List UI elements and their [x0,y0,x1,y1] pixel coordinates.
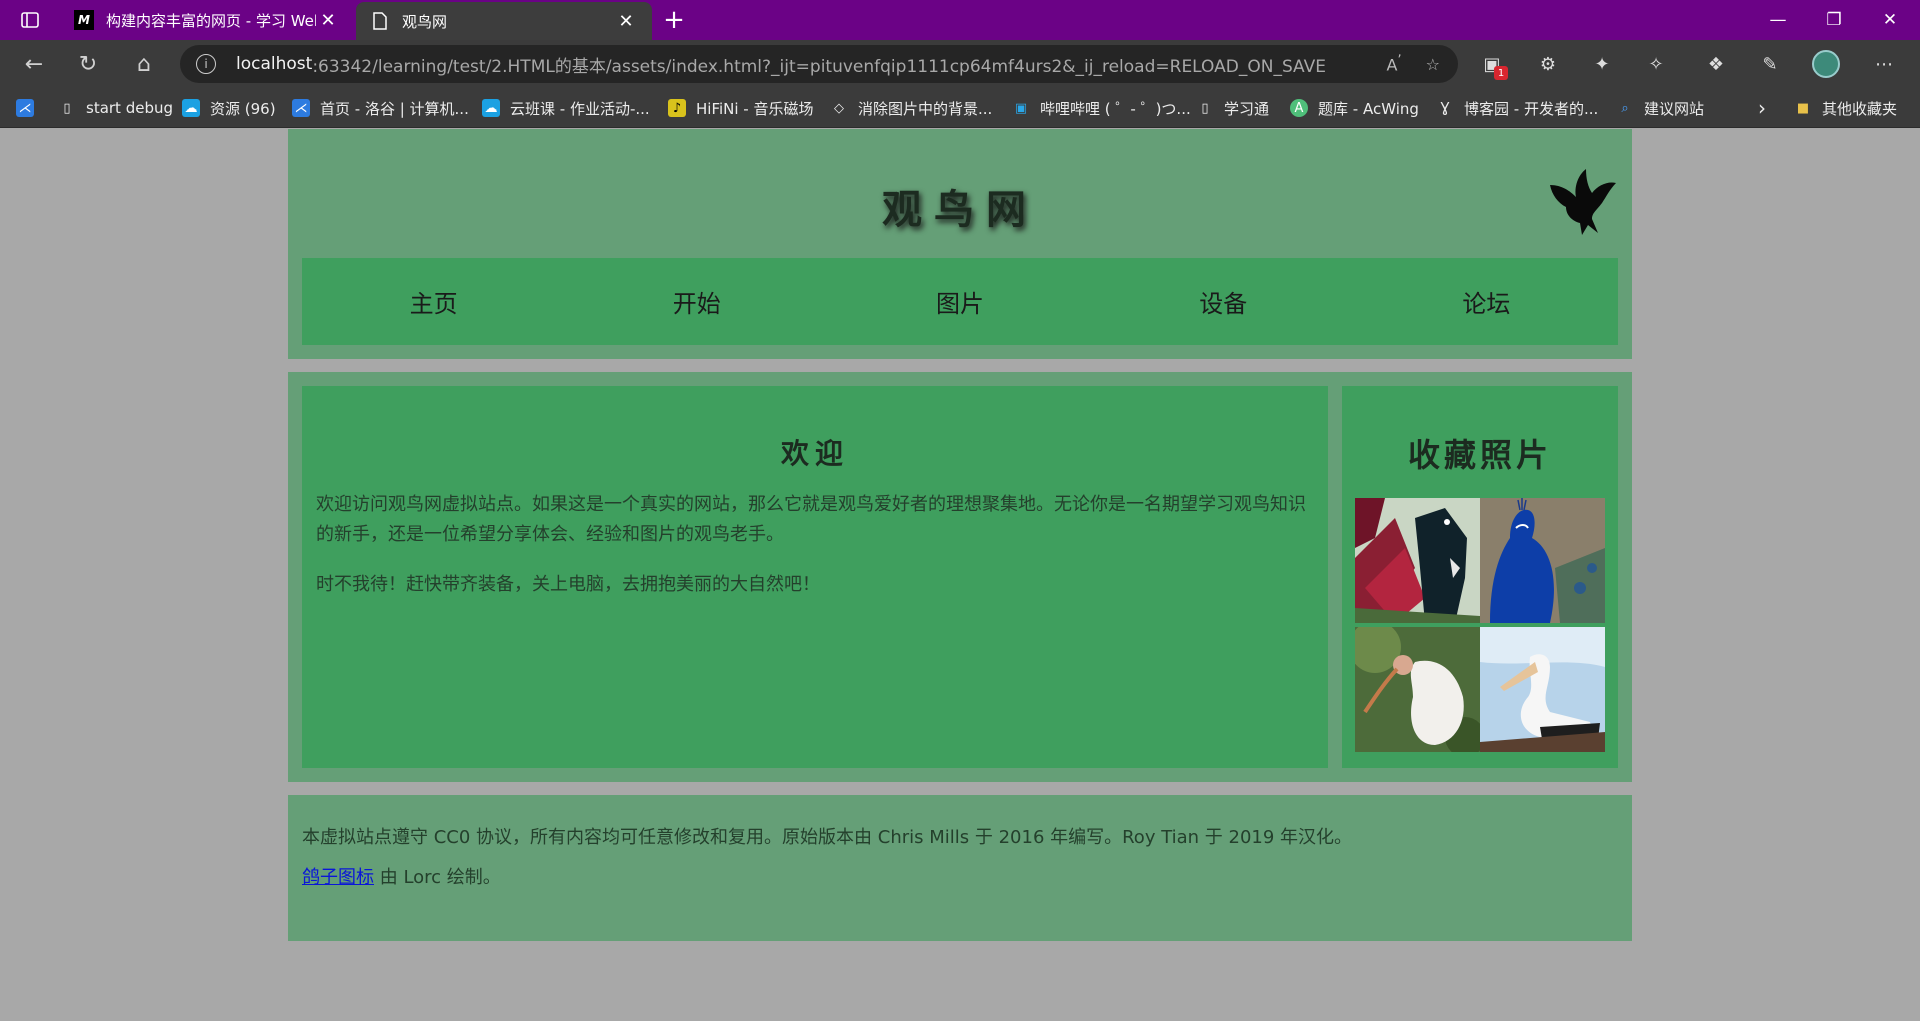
url-path: :63342/learning/test/2.HTML的基本/assets/in… [312,56,1326,77]
article-paragraph: 欢迎访问观鸟网虚拟站点。如果这是一个真实的网站，那么它就是观鸟爱好者的理想聚集地… [316,494,1306,545]
bookmark-item[interactable]: ⋌ [16,88,44,128]
license-text: 本虚拟站点遵守 CC0 协议，所有内容均可任意修改和复用。原始版本由 Chris… [302,827,1353,848]
credit-line: 鸽子图标 由 Lorc 绘制。 [302,863,501,889]
bookmark-app-icon: ⋌ [16,99,34,117]
nav-item-start[interactable]: 开始 [565,258,828,345]
site-info-icon[interactable]: i [196,54,216,74]
dove-logo-icon [1548,167,1618,237]
cnblogs-icon: Ɣ [1440,100,1450,116]
tab-title: 构建内容丰富的网页 - 学习 Web [106,11,316,30]
article-heading: 欢迎 [780,437,849,470]
close-window-button[interactable]: ✕ [1862,0,1918,40]
nav-item-home[interactable]: 主页 [302,258,565,345]
edit-icon[interactable]: ✎ [1752,46,1788,82]
bilibili-icon: ▣ [1014,100,1028,116]
minimize-button[interactable]: — [1750,0,1806,40]
main-content: 欢迎 欢迎访问观鸟网虚拟站点。如果这是一个真实的网站，那么它就是观鸟爱好者的理想… [288,372,1632,782]
extension-icon[interactable]: ▣ 1 [1474,46,1510,82]
main-nav: 主页 开始 图片 设备 论坛 [302,258,1618,345]
refresh-button[interactable]: ↻ [70,46,106,82]
bookmark-item[interactable]: ♪ HiFiNi - 音乐磁场 [668,88,814,128]
browser-tab-active[interactable]: 观鸟网 ✕ [356,2,652,40]
extension-badge: 1 [1494,66,1508,80]
cloud-class-icon: ☁ [482,99,500,117]
profile-avatar[interactable] [1808,46,1844,82]
page-icon [370,11,390,31]
peacock-photo[interactable] [1480,498,1605,623]
url-host: localhost [236,54,313,74]
tab-actions-icon[interactable] [0,0,60,40]
collections-icon[interactable]: ❖ [1698,46,1734,82]
address-bar[interactable]: i localhost:63342/learning/test/2.HTML的基… [180,45,1458,83]
extension-bird-icon[interactable]: ✦ [1584,46,1620,82]
menu-icon[interactable]: ⋯ [1866,46,1902,82]
welcome-article: 欢迎 欢迎访问观鸟网虚拟站点。如果这是一个真实的网站，那么它就是观鸟爱好者的理想… [302,386,1328,768]
close-tab-icon[interactable]: ✕ [316,10,340,31]
nav-item-pictures[interactable]: 图片 [828,258,1091,345]
bookmark-item[interactable]: ☁ 资源 (96) [182,88,276,128]
page-icon: ▯ [63,100,71,116]
bookmark-item[interactable]: ⋌ 首页 - 洛谷 | 计算机... [292,88,469,128]
pelican-photo[interactable] [1480,627,1605,752]
article-paragraph: 时不我待！赶快带齐装备，关上电脑，去拥抱美丽的大自然吧！ [316,574,820,595]
site-title: 观鸟网 [882,186,1038,233]
layers-icon: ◇ [834,100,844,116]
mdn-icon: M [74,10,94,30]
site-header: 观鸟网 主页 开始 图片 设备 论坛 [288,129,1632,359]
nav-item-equipment[interactable]: 设备 [1092,258,1355,345]
back-button[interactable]: ← [16,46,52,82]
folder-icon: ■ [1796,100,1810,116]
bookmark-item[interactable]: ▣ 哔哩哔哩 ( ゜- ゜)つ... [1012,88,1191,128]
new-tab-button[interactable]: + [660,0,688,40]
add-favorite-icon[interactable]: ☆ [1426,55,1440,74]
read-aloud-icon[interactable]: Aʼ [1386,53,1401,74]
browser-tab-mdn[interactable]: M 构建内容丰富的网页 - 学习 Web ✕ [60,0,354,40]
credit-text: 由 Lorc 绘制。 [374,867,501,888]
other-bookmarks-folder[interactable]: ■ 其他收藏夹 [1794,88,1897,128]
close-tab-icon[interactable]: ✕ [614,11,638,32]
music-icon: ♪ [668,99,686,117]
photo-gallery [1355,498,1605,752]
home-button[interactable]: ⌂ [126,46,162,82]
nav-item-forum[interactable]: 论坛 [1355,258,1618,345]
bookmark-item[interactable]: ◇ 消除图片中的背景... [830,88,992,128]
bookmarks-bar: ⋌ ▯ start debug ☁ 资源 (96) ⋌ 首页 - 洛谷 | 计算机..… [0,88,1920,128]
extensions-puzzle-icon[interactable]: ✧ [1638,46,1674,82]
extension-gear-icon[interactable]: ⚙ [1530,46,1566,82]
browser-title-bar: M 构建内容丰富的网页 - 学习 Web ✕ 观鸟网 ✕ + — ❐ ✕ [0,0,1920,40]
tui-bird-photo[interactable] [1355,498,1480,623]
bookmark-item[interactable]: ☁ 云班课 - 作业活动-... [482,88,650,128]
tab-title: 观鸟网 [402,12,448,31]
site-footer: 本虚拟站点遵守 CC0 协议，所有内容均可任意修改和复用。原始版本由 Chris… [288,795,1632,941]
ibis-photo[interactable] [1355,627,1480,752]
bookmark-item[interactable]: A 题库 - AcWing [1290,88,1419,128]
bookmark-item[interactable]: ⌕ 建议网站 [1616,88,1704,128]
page-viewport: 观鸟网 主页 开始 图片 设备 论坛 欢迎 欢迎访问观鸟网虚拟站点。如果这是一个… [0,129,1920,1021]
aside-heading: 收藏照片 [1407,436,1552,474]
address-toolbar: ← ↻ ⌂ i localhost:63342/learning/test/2.… [0,40,1920,88]
restore-button[interactable]: ❐ [1806,0,1862,40]
acwing-icon: A [1290,99,1308,117]
bookmark-item[interactable]: ▯ start debug [58,88,173,128]
bookmark-item[interactable]: Ɣ 博客园 - 开发者的... [1436,88,1599,128]
luogu-icon: ⋌ [292,99,310,117]
cloud-class-icon: ☁ [182,99,200,117]
search-icon: ⌕ [1621,100,1629,116]
bookmark-item[interactable]: ▯ 学习通 [1196,88,1269,128]
dove-icon-link[interactable]: 鸽子图标 [302,867,374,888]
more-bookmarks-chevron-icon[interactable]: › [1758,88,1766,128]
page-icon: ▯ [1201,100,1209,116]
favorite-photos-aside: 收藏照片 [1342,386,1618,768]
